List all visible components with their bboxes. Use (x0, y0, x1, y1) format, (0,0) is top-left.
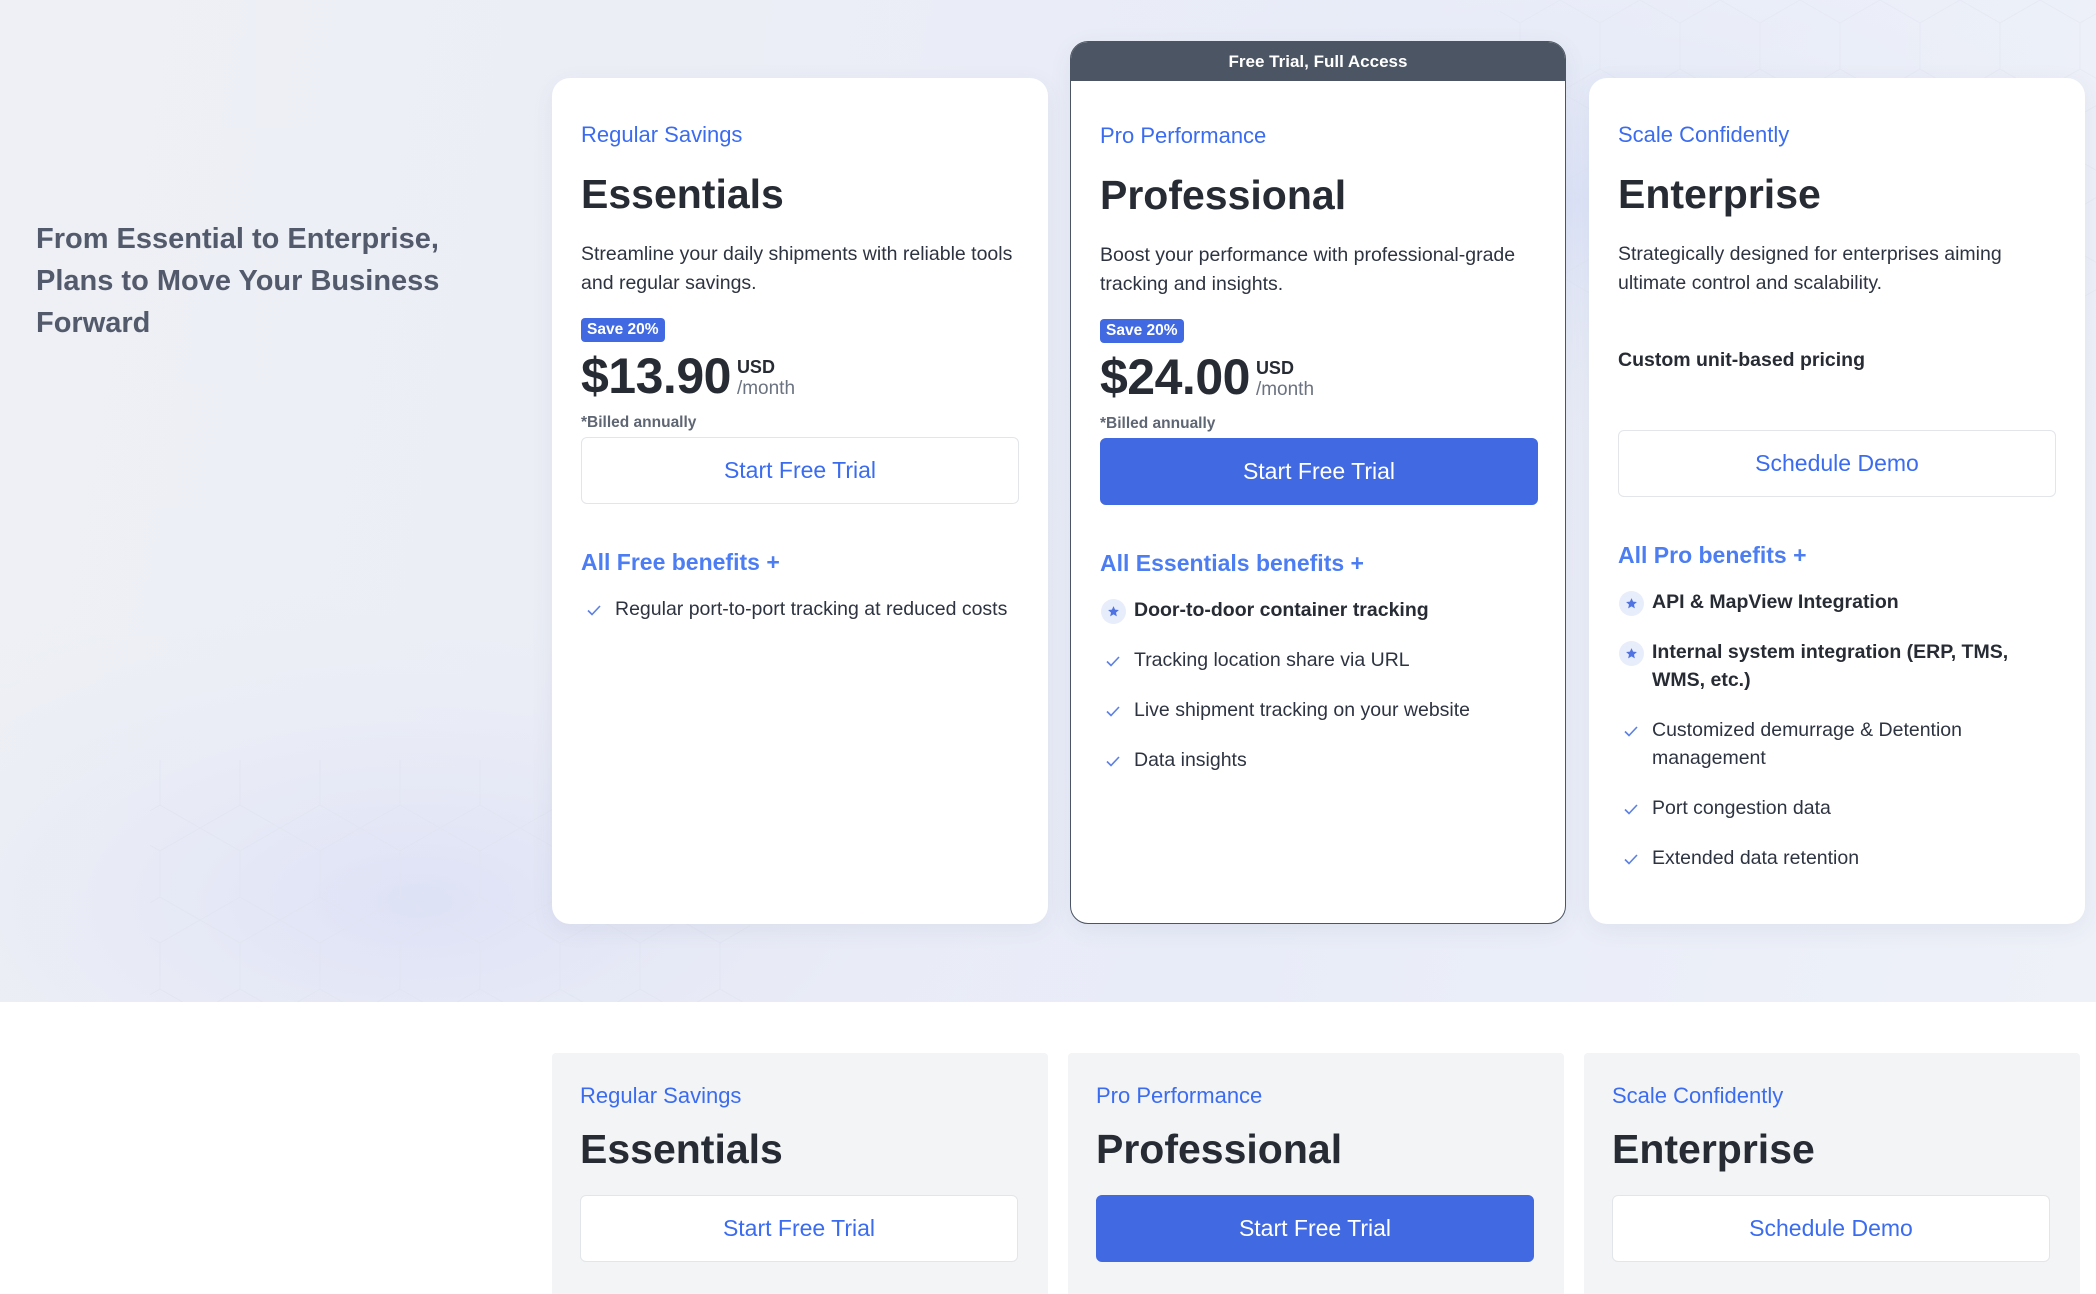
plan-name: Enterprise (1612, 1126, 1815, 1172)
feature-list: Door-to-door container tracking Tracking… (1100, 596, 1536, 774)
plan-tagline: Scale Confidently (1618, 122, 1790, 147)
check-icon (1618, 718, 1644, 744)
feature-text: Extended data retention (1652, 847, 1860, 869)
star-icon (1618, 640, 1644, 666)
feature-item: Regular port-to-port tracking at reduced… (581, 595, 1019, 623)
plan-price: $24.00 (1100, 349, 1250, 405)
check-icon (1618, 796, 1644, 822)
star-icon (1618, 590, 1644, 616)
check-icon (1100, 748, 1126, 774)
check-icon (581, 597, 607, 623)
compare-card-essentials: Regular Savings Essentials Start Free Tr… (552, 1053, 1048, 1294)
page-title-line-2: Plans to Move Your Business Forward (36, 265, 440, 339)
plan-description: Streamline your daily shipments with rel… (581, 243, 1013, 294)
check-icon (1100, 698, 1126, 724)
price-block: $24.00 USD /month (1100, 349, 1536, 405)
check-icon (1618, 846, 1644, 872)
plan-tagline: Regular Savings (580, 1083, 742, 1108)
plan-name: Essentials (581, 171, 784, 217)
start-free-trial-button[interactable]: Start Free Trial (1100, 438, 1538, 505)
price-currency: USD (736, 357, 775, 377)
billing-note: *Billed annually (581, 414, 697, 431)
plan-tagline: Pro Performance (1100, 123, 1267, 148)
feature-item: Tracking location share via URL (1100, 646, 1536, 674)
compare-card-professional: Pro Performance Professional Start Free … (1068, 1053, 1564, 1294)
plan-card-enterprise: Scale Confidently Enterprise Strategical… (1589, 78, 2085, 924)
plan-comparison-section: Regular Savings Essentials Start Free Tr… (0, 1002, 2096, 1294)
feature-item: Extended data retention (1618, 844, 2056, 872)
plan-name: Essentials (580, 1126, 783, 1172)
star-icon (1100, 598, 1126, 624)
save-badge: Save 20% (581, 318, 665, 342)
schedule-demo-button[interactable]: Schedule Demo (1618, 430, 2056, 497)
plan-tagline: Pro Performance (1096, 1083, 1263, 1108)
plan-description: Boost your performance with professional… (1100, 244, 1516, 295)
check-icon (1100, 648, 1126, 674)
feature-text: Door-to-door container tracking (1134, 599, 1429, 621)
feature-item: Door-to-door container tracking (1100, 596, 1536, 624)
start-free-trial-button[interactable]: Start Free Trial (1096, 1195, 1534, 1262)
schedule-demo-button[interactable]: Schedule Demo (1612, 1195, 2050, 1262)
plan-tagline: Regular Savings (581, 122, 743, 147)
feature-list: Regular port-to-port tracking at reduced… (581, 595, 1019, 623)
feature-text: API & MapView Integration (1652, 591, 1899, 613)
start-free-trial-button[interactable]: Start Free Trial (580, 1195, 1018, 1262)
page-title: From Essential to Enterprise, Plans to M… (36, 218, 556, 344)
custom-pricing-label: Custom unit-based pricing (1618, 349, 1866, 371)
feature-text: Customized demurrage & Detention managem… (1652, 719, 1962, 769)
plan-name: Enterprise (1618, 171, 1821, 217)
feature-item: Live shipment tracking on your website (1100, 696, 1536, 724)
price-period: /month (1255, 379, 1315, 400)
plan-name: Professional (1096, 1126, 1343, 1172)
feature-item: Data insights (1100, 746, 1536, 774)
feature-text: Internal system integration (ERP, TMS, W… (1652, 641, 2009, 691)
plan-name: Professional (1100, 172, 1347, 218)
free-trial-banner: Free Trial, Full Access (1071, 42, 1565, 81)
feature-text: Port congestion data (1652, 797, 1831, 819)
benefits-heading: All Pro benefits + (1618, 542, 1807, 568)
save-badge: Save 20% (1100, 319, 1184, 343)
feature-item: API & MapView Integration (1618, 588, 2056, 616)
page-title-line-1: From Essential to Enterprise, (36, 223, 439, 255)
plan-description: Strategically designed for enterprises a… (1618, 243, 2002, 294)
feature-text: Data insights (1134, 749, 1247, 771)
feature-text: Live shipment tracking on your website (1134, 699, 1471, 721)
pricing-hero: From Essential to Enterprise, Plans to M… (0, 0, 2096, 1002)
feature-item: Internal system integration (ERP, TMS, W… (1618, 638, 2056, 694)
plan-card-professional: Free Trial, Full Access Pro Performance … (1070, 41, 1566, 924)
feature-text: Tracking location share via URL (1134, 649, 1410, 671)
price-period: /month (736, 378, 796, 399)
billing-note: *Billed annually (1100, 415, 1216, 432)
start-free-trial-button[interactable]: Start Free Trial (581, 437, 1019, 504)
price-block: $13.90 USD /month (581, 348, 1019, 404)
compare-card-enterprise: Scale Confidently Enterprise Schedule De… (1584, 1053, 2080, 1294)
feature-item: Customized demurrage & Detention managem… (1618, 716, 2056, 772)
price-currency: USD (1255, 358, 1294, 378)
feature-list: API & MapView Integration Internal syste… (1618, 588, 2056, 872)
feature-text: Regular port-to-port tracking at reduced… (615, 598, 1008, 620)
plan-card-essentials: Regular Savings Essentials Streamline yo… (552, 78, 1048, 924)
plan-tagline: Scale Confidently (1612, 1083, 1784, 1108)
feature-item: Port congestion data (1618, 794, 2056, 822)
benefits-heading: All Free benefits + (581, 549, 780, 575)
benefits-heading: All Essentials benefits + (1100, 550, 1364, 576)
plan-price: $13.90 (581, 348, 731, 404)
